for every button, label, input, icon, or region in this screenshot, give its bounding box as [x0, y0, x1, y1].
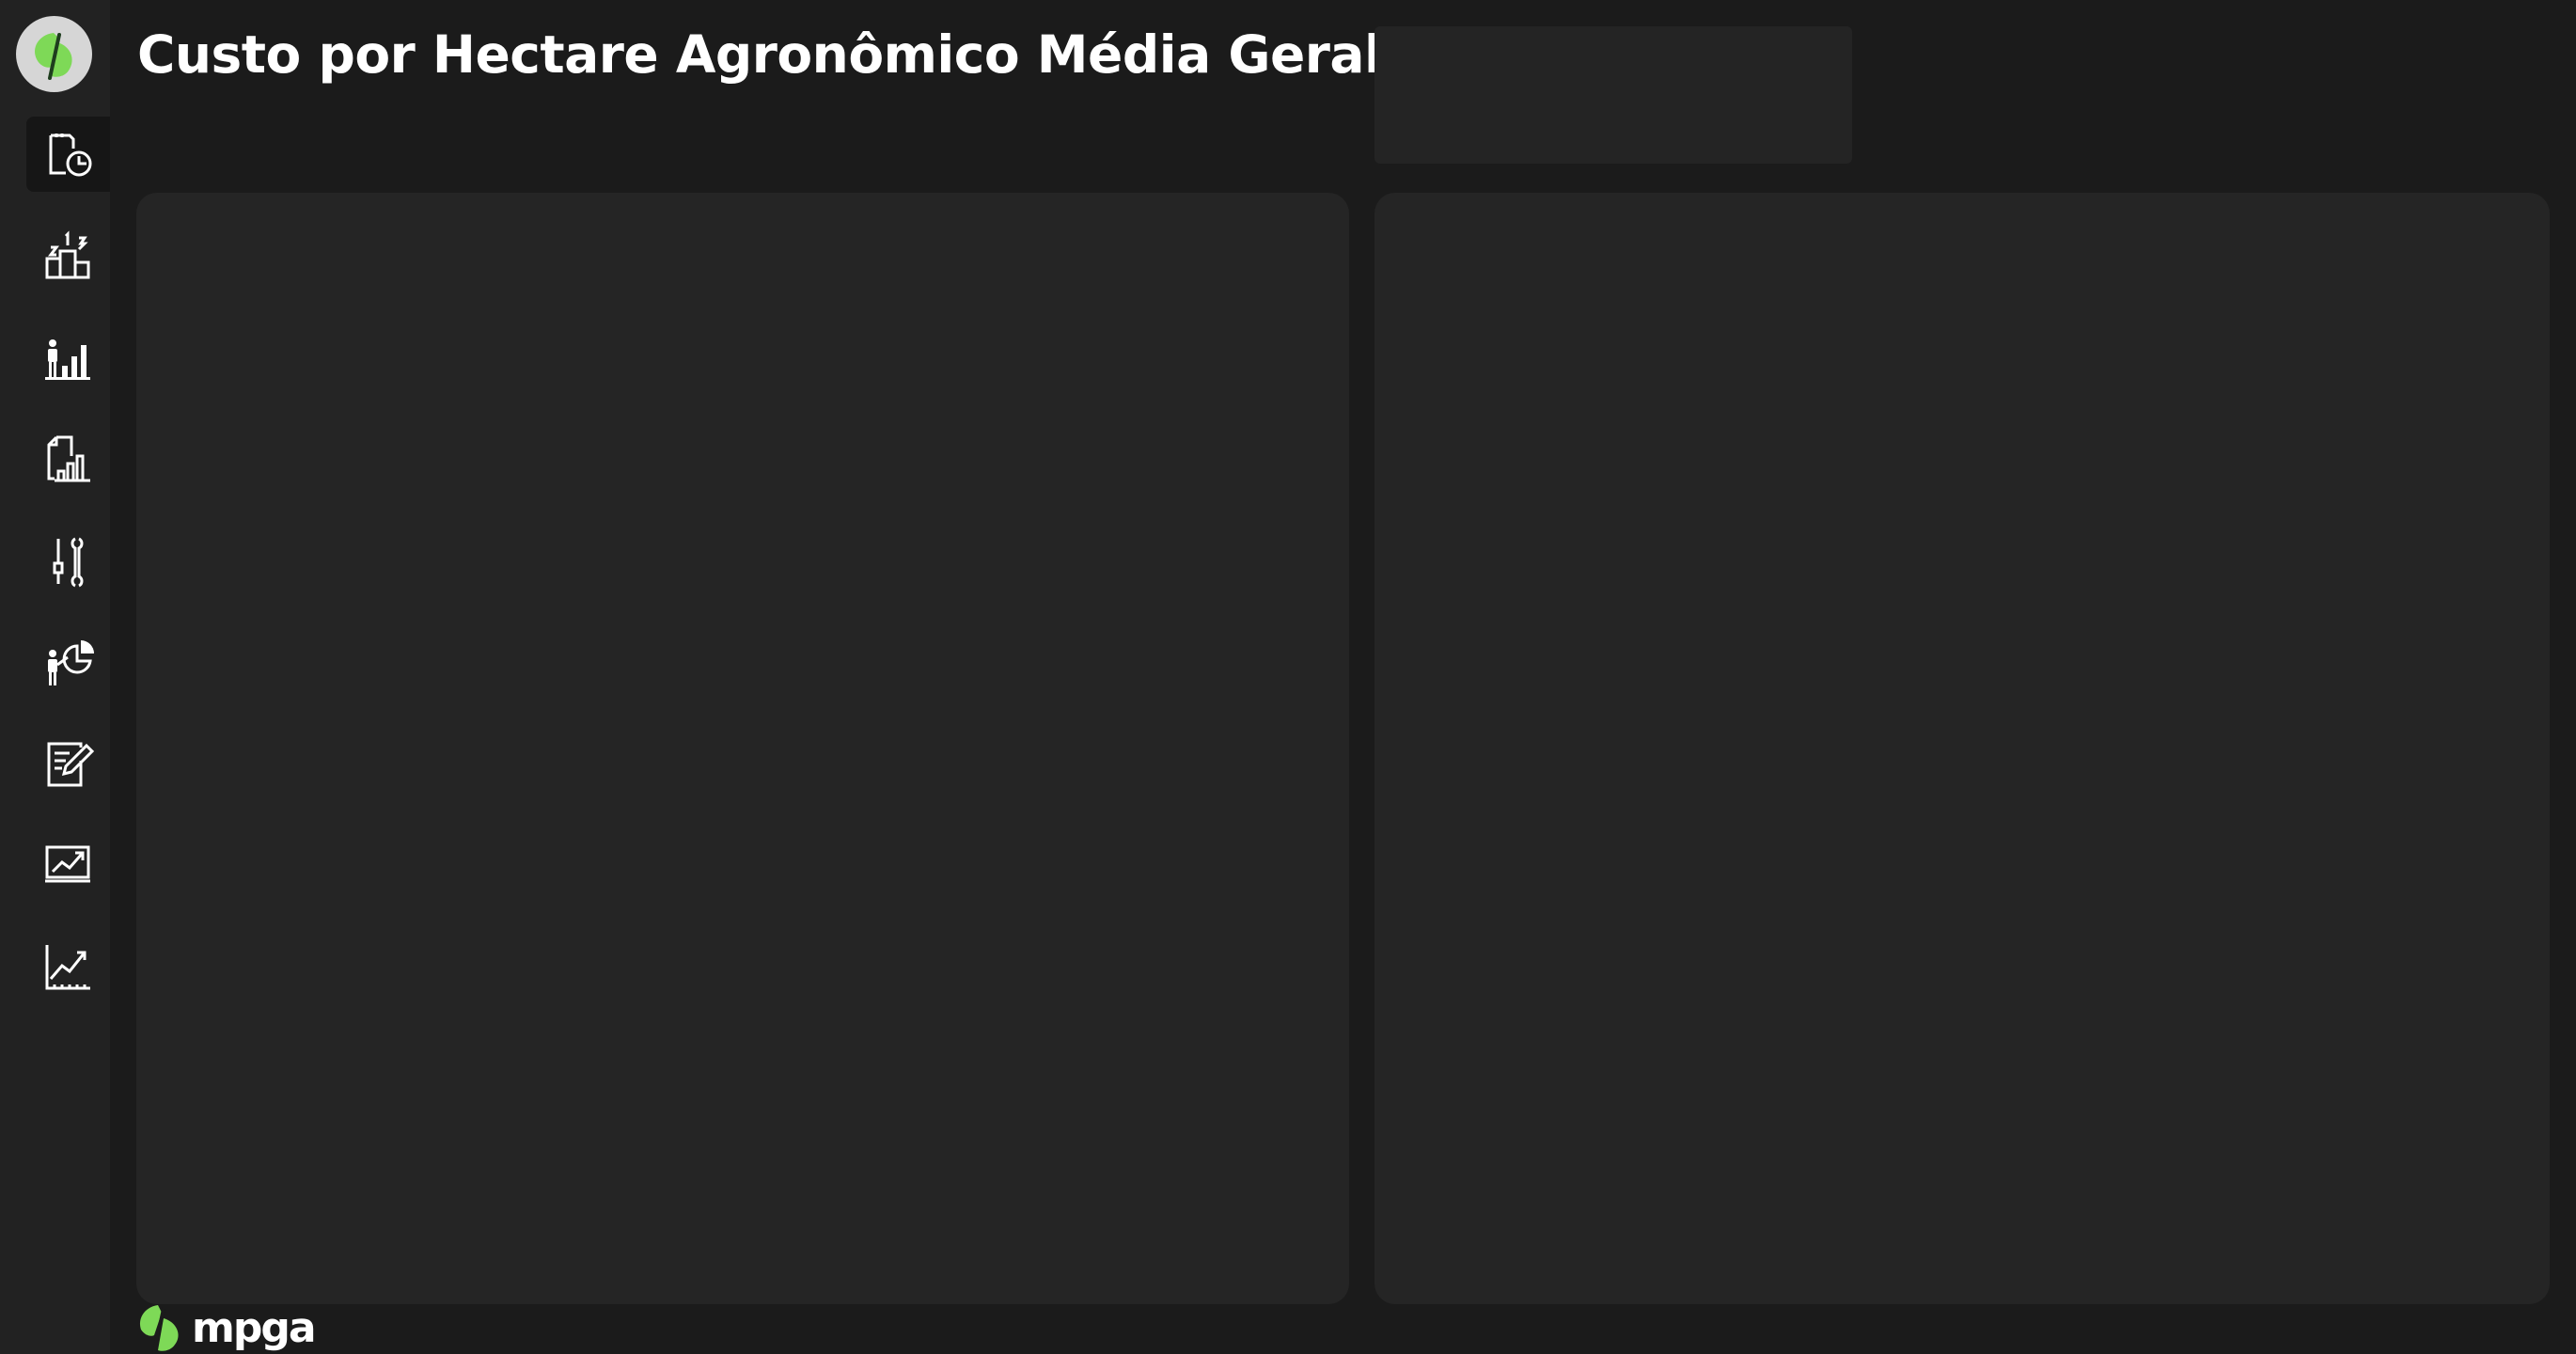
- sidebar: [0, 0, 110, 1354]
- leaf-logo-icon: [34, 32, 72, 80]
- report-clock-icon: [49, 134, 92, 177]
- podium-ranking-icon: [45, 230, 90, 279]
- brand-wordmark: mpga: [192, 1304, 317, 1352]
- tools-icon: [53, 537, 84, 588]
- edit-document-icon: [47, 742, 95, 787]
- nav-item-document-chart[interactable]: [26, 422, 110, 497]
- nav-item-person-pie[interactable]: [26, 625, 110, 701]
- nav-item-monitor-trend[interactable]: [26, 828, 110, 904]
- monitor-trend-icon: [45, 845, 90, 883]
- brand-logo[interactable]: [16, 16, 92, 92]
- document-bar-chart-icon: [47, 435, 90, 482]
- nav-item-edit[interactable]: [26, 727, 110, 802]
- chart-panel-left: [136, 193, 1349, 1304]
- nav-item-person-chart[interactable]: [26, 321, 110, 396]
- nav-item-report-clock[interactable]: [26, 117, 110, 192]
- page-title: Custo por Hectare Agronômico Média Geral: [137, 24, 1382, 85]
- filter-panel[interactable]: [1374, 26, 1852, 164]
- chart-panel-right: [1374, 193, 2550, 1304]
- leaf-logo-icon: [139, 1305, 179, 1354]
- person-bar-chart-icon: [45, 339, 90, 380]
- footer-logo: mpga: [135, 1303, 317, 1354]
- nav-item-line-chart[interactable]: [26, 930, 110, 1005]
- line-chart-trend-icon: [45, 945, 90, 990]
- person-pie-chart-icon: [48, 640, 94, 685]
- nav-item-ranking[interactable]: [26, 219, 110, 294]
- nav-item-tools[interactable]: [26, 524, 110, 599]
